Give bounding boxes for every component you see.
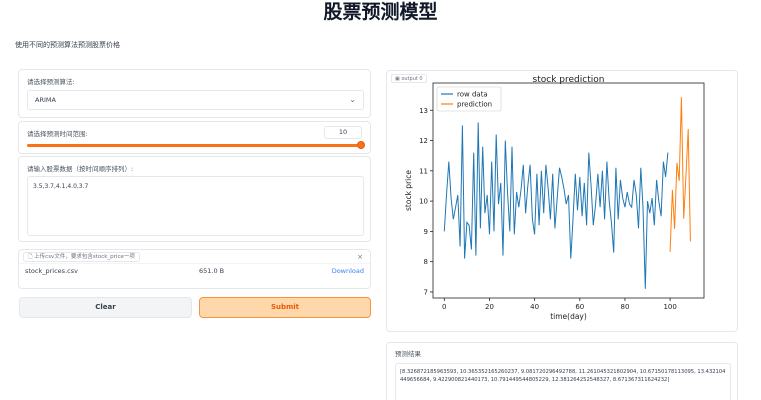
submit-button[interactable]: Submit (199, 297, 371, 318)
legend-label: prediction (457, 101, 492, 109)
plot-panel: stock prediction 0 20 40 60 80 100 7 8 9 10 11 12 13 t… (386, 70, 738, 332)
legend-label: row data (457, 91, 488, 99)
y-tick-label: 12 (419, 137, 428, 145)
page-description: 使用不同的预测算法预测股票价格 (15, 41, 120, 49)
y-tick-label: 11 (419, 167, 428, 175)
clear-button[interactable]: Clear (19, 297, 192, 318)
x-tick-label: 80 (620, 303, 629, 311)
chevron-down-icon: ⌄ (349, 95, 356, 104)
file-upload-panel: 🗋 上传csv文件，要求包含stock_price一项 × stock_pric… (18, 249, 371, 289)
close-icon[interactable]: × (357, 253, 363, 261)
file-divider (19, 263, 370, 264)
stock-data-panel: 请输入股票数据（按时间顺序排列）: 3.5,3.7,4.1,4.0,3.7 (18, 156, 371, 242)
x-axis-label: time(day) (550, 312, 587, 321)
range-slider-track[interactable] (27, 144, 362, 147)
algorithm-selected-value: ARIMA (35, 96, 56, 104)
x-tick-label: 60 (575, 303, 584, 311)
x-tick-label: 0 (442, 303, 446, 311)
result-textbox[interactable]: [8.326872185963593, 10.365352165260237, … (395, 363, 731, 400)
plot-frame (432, 82, 705, 299)
file-name: stock_prices.csv (25, 267, 78, 275)
output-tag-label: output 0 (401, 76, 423, 82)
y-tick-label: 13 (419, 107, 428, 115)
output-tag: ▣ output 0 (391, 74, 427, 83)
stock-prediction-chart: stock prediction 0 20 40 60 80 100 7 8 9 10 11 12 13 t… (404, 75, 705, 321)
range-number-input[interactable]: 10 (324, 126, 362, 139)
y-axis-label: stock price (404, 170, 413, 211)
stock-data-label: 请输入股票数据（按时间顺序排列）: (27, 165, 134, 173)
download-link[interactable]: Download (332, 267, 364, 275)
range-panel: 请选择预测时间范围: 10 (18, 121, 371, 154)
x-tick-label: 100 (663, 303, 676, 311)
y-tick-label: 10 (419, 198, 428, 206)
y-tick-label: 8 (424, 258, 428, 266)
result-panel: 预测结果 [8.326872185963593, 10.365352165260… (386, 342, 738, 400)
result-label: 预测结果 (395, 350, 421, 358)
algorithm-select[interactable]: ARIMA ⌄ (27, 90, 364, 110)
range-label: 请选择预测时间范围: (27, 130, 88, 138)
page-title: 股票预测模型 (323, 1, 438, 23)
y-tick-label: 9 (424, 228, 428, 236)
chart-title: stock prediction (533, 75, 605, 85)
stock-data-textarea[interactable]: 3.5,3.7,4.1,4.0,3.7 (27, 176, 364, 236)
algorithm-panel: 请选择预测算法: ARIMA ⌄ (18, 69, 371, 118)
range-slider-thumb[interactable] (357, 141, 365, 149)
series-line-prediction (669, 97, 691, 252)
algorithm-label: 请选择预测算法: (27, 78, 75, 86)
y-tick-label: 7 (424, 288, 428, 296)
x-tick-label: 20 (485, 303, 494, 311)
file-size: 651.0 B (199, 267, 225, 275)
x-tick-label: 40 (530, 303, 539, 311)
file-upload-hint: 🗋 上传csv文件，要求包含stock_price一项 (23, 252, 140, 262)
file-upload-hint-text: 上传csv文件，要求包含stock_price一项 (34, 254, 135, 260)
series-line-row-data (443, 122, 669, 289)
